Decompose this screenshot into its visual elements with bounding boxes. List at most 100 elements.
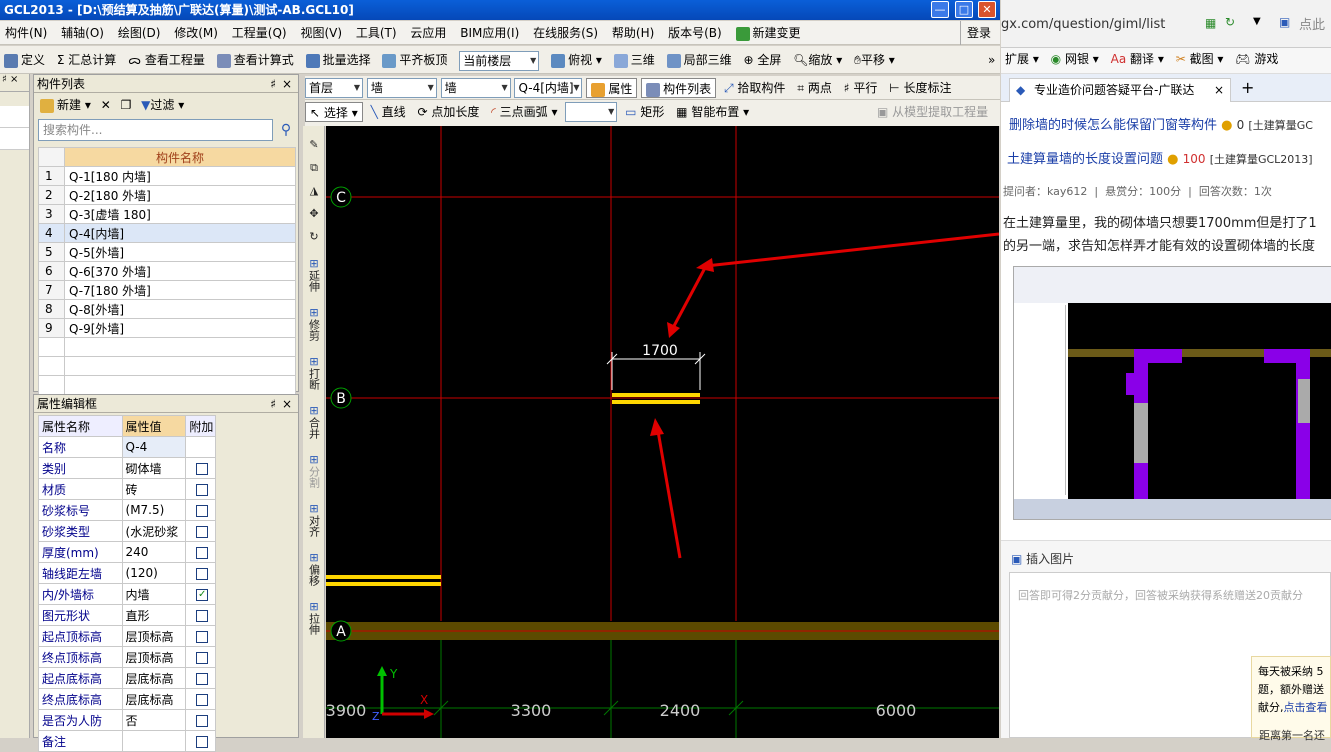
property-row[interactable]: 图元形状 直形: [38, 604, 216, 626]
property-value[interactable]: 层底标高: [121, 667, 187, 689]
close-icon[interactable]: ×: [282, 75, 292, 93]
property-row[interactable]: 终点顶标高 层顶标高: [38, 646, 216, 668]
vertical-tool-6[interactable]: ⊞ 偏移: [303, 551, 325, 586]
property-row[interactable]: 材质砖: [38, 478, 216, 500]
pin-icon[interactable]: ♯ ×: [0, 74, 29, 92]
copy-icon[interactable]: ⧉: [303, 161, 325, 174]
floor-combo[interactable]: 当前楼层: [459, 50, 540, 71]
floor-select[interactable]: 首层: [305, 78, 363, 98]
property-value[interactable]: 层顶标高: [121, 625, 187, 647]
property-value[interactable]: 否: [121, 709, 187, 731]
fullscreen-button[interactable]: ⊕ 全屏: [739, 46, 785, 74]
component-list-button[interactable]: 构件列表: [641, 78, 717, 98]
property-value[interactable]: 240: [121, 541, 187, 563]
property-row[interactable]: 起点底标高 层底标高: [38, 667, 216, 689]
pin-icon[interactable]: ♯: [270, 75, 276, 93]
toolbar-overflow-icon[interactable]: »: [984, 46, 999, 74]
property-value[interactable]: (120): [121, 562, 187, 584]
menu-draw[interactable]: 绘图(D): [113, 21, 166, 45]
property-value[interactable]: 层顶标高: [121, 646, 187, 668]
menu-tools[interactable]: 工具(T): [351, 21, 402, 45]
refresh-icon[interactable]: ↻: [1225, 15, 1235, 29]
checkbox[interactable]: [196, 462, 209, 475]
table-row[interactable]: 9 Q-9[外墙]: [38, 318, 296, 338]
component-name-cell[interactable]: Q-4[内墙]: [64, 223, 296, 243]
property-row[interactable]: 类别 砌体墙: [38, 457, 216, 479]
property-value[interactable]: (M7.5): [121, 499, 187, 521]
property-value[interactable]: Q-4: [121, 436, 187, 458]
menu-help[interactable]: 帮助(H): [607, 21, 659, 45]
wall-segment[interactable]: [326, 575, 441, 579]
new-button[interactable]: 新建 ▾: [40, 98, 91, 113]
component-name-cell[interactable]: Q-1[180 内墙]: [64, 166, 296, 186]
overview-button[interactable]: 俯视 ▾: [547, 46, 606, 74]
menu-quantity[interactable]: 工程量(Q): [227, 21, 292, 45]
menu-cloud[interactable]: 云应用: [405, 21, 451, 45]
smart-layout-button[interactable]: ▦ 智能布置 ▾: [672, 102, 753, 122]
browser-tab[interactable]: ◆ 专业造价问题答疑平台-广联达 ×: [1009, 78, 1231, 102]
mirror-icon[interactable]: ◮: [303, 184, 325, 197]
property-value[interactable]: 砖: [121, 478, 187, 500]
vertical-tool-1[interactable]: ⊞ 修剪: [303, 306, 325, 341]
brush-icon[interactable]: ✎: [303, 138, 325, 151]
pan-button[interactable]: ✋︎平移 ▾: [850, 46, 899, 74]
property-row[interactable]: 内/外墙标 内墙 ✓: [38, 583, 216, 605]
table-row[interactable]: 5 Q-5[外墙]: [38, 242, 296, 262]
move-icon[interactable]: ✥: [303, 207, 325, 220]
delete-icon[interactable]: ✕: [101, 98, 111, 112]
line-button[interactable]: ╲ 直线: [367, 102, 410, 122]
menu-modify[interactable]: 修改(M): [169, 21, 223, 45]
property-row[interactable]: 轴线距左墙 (120): [38, 562, 216, 584]
new-tab-icon[interactable]: +: [1241, 78, 1254, 97]
length-dim-button[interactable]: ⊢ 长度标注: [885, 78, 955, 98]
rotate-icon[interactable]: ↻: [303, 230, 325, 243]
vertical-tool-4[interactable]: ⊞ 分割: [303, 453, 325, 488]
menu-component[interactable]: 构件(N): [0, 21, 52, 45]
property-row[interactable]: 起点顶标高 层顶标高: [38, 625, 216, 647]
view-project-button[interactable]: ᯅ 查看工程量: [124, 46, 209, 74]
menu-online[interactable]: 在线服务(S): [528, 21, 603, 45]
local-3d-button[interactable]: 局部三维: [663, 46, 736, 74]
wall-segment[interactable]: [612, 393, 700, 397]
login-button[interactable]: 登录: [960, 21, 996, 45]
close-button[interactable]: ✕: [978, 1, 996, 18]
property-value[interactable]: 内墙: [121, 583, 187, 605]
rect-button[interactable]: ▭ 矩形: [621, 102, 668, 122]
table-row[interactable]: 7 Q-7[180 外墙]: [38, 280, 296, 300]
browser-search-input[interactable]: 点此: [1299, 14, 1325, 33]
notice-link[interactable]: 点击查看: [1284, 701, 1328, 714]
property-row[interactable]: 砂浆类型 (水泥砂浆: [38, 520, 216, 542]
maximize-button[interactable]: □: [955, 1, 973, 18]
checkbox[interactable]: [196, 630, 209, 643]
question-link-2[interactable]: 土建算量墙的长度设置问题 ● 100 [土建算量GCL2013]: [1007, 148, 1313, 167]
property-value[interactable]: 砌体墙: [121, 457, 187, 479]
checkbox[interactable]: [196, 714, 209, 727]
property-row[interactable]: 备注: [38, 730, 216, 752]
close-tab-icon[interactable]: ×: [1214, 79, 1224, 101]
filter-button[interactable]: ▼过滤 ▾: [141, 98, 184, 112]
property-value[interactable]: (水泥砂浆: [121, 520, 187, 542]
property-button[interactable]: 属性: [586, 78, 638, 98]
search-input[interactable]: 搜索构件...: [38, 119, 273, 141]
screenshot-button[interactable]: ✂ 截图: [1176, 52, 1214, 66]
table-row[interactable]: 4 Q-4[内墙]: [38, 223, 296, 243]
insert-image-button[interactable]: ▣ 插入图片: [1011, 550, 1074, 567]
translate-button[interactable]: Aa 翻译: [1111, 52, 1154, 66]
property-row[interactable]: 是否为人防否: [38, 709, 216, 731]
extensions-button[interactable]: 扩展: [1005, 52, 1029, 66]
menu-bim[interactable]: BIM应用(I): [455, 21, 524, 45]
property-row[interactable]: 砂浆标号 (M7.5): [38, 499, 216, 521]
flat-top-button[interactable]: 平齐板顶: [378, 46, 451, 74]
arc-mode-select[interactable]: [565, 102, 618, 122]
component-name-cell[interactable]: Q-6[370 外墙]: [64, 261, 296, 281]
qr-icon[interactable]: ▦: [1205, 16, 1216, 30]
category-select[interactable]: 墙: [366, 78, 437, 98]
property-row[interactable]: 厚度(mm) 240: [38, 541, 216, 563]
define-button[interactable]: 定义: [0, 46, 49, 74]
property-row[interactable]: 名称 Q-4: [38, 436, 216, 458]
component-name-cell[interactable]: Q-5[外墙]: [64, 242, 296, 262]
zoom-button[interactable]: 🔍︎缩放 ▾: [789, 46, 846, 74]
checkbox[interactable]: [196, 672, 209, 685]
search-icon[interactable]: ⚲: [281, 122, 291, 138]
table-row[interactable]: 3 Q-3[虚墙 180]: [38, 204, 296, 224]
